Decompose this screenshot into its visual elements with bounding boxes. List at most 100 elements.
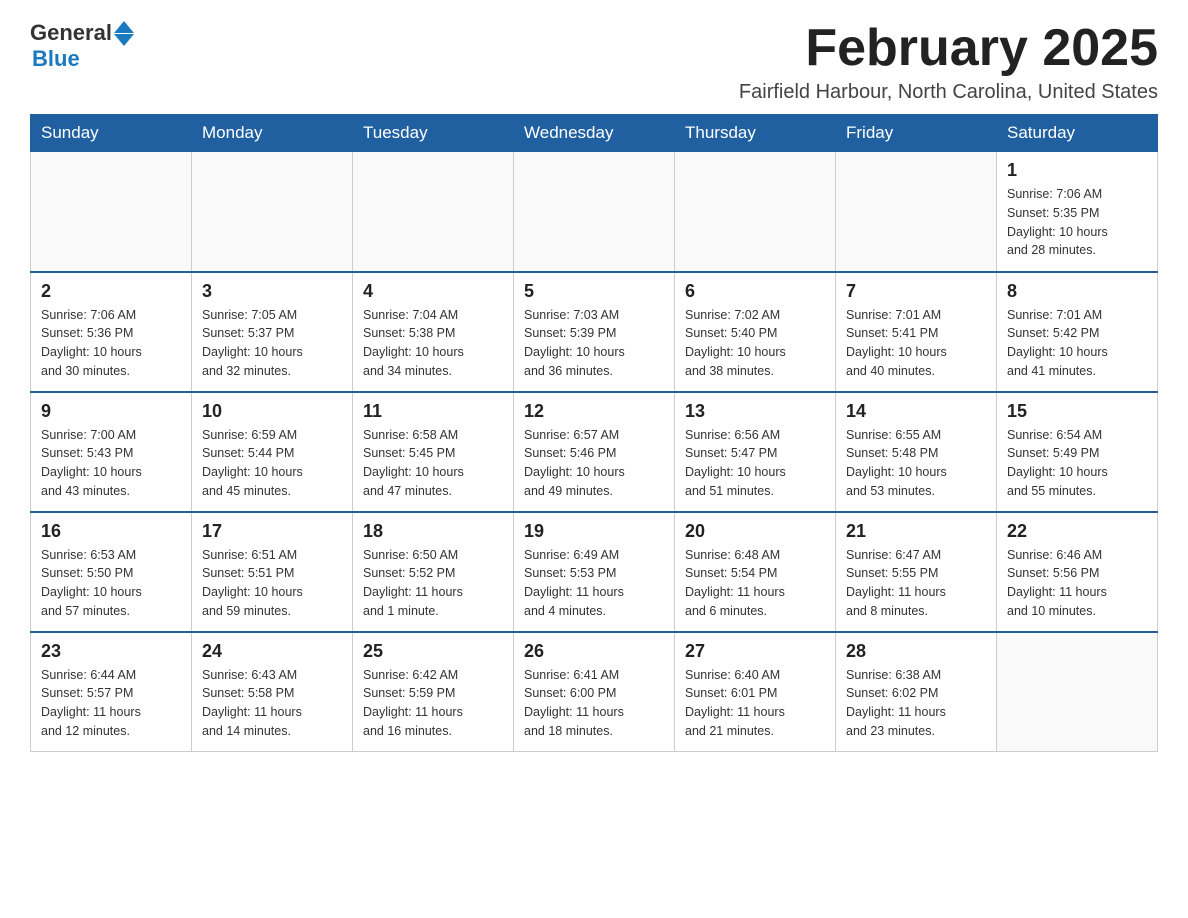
calendar-cell: 26 Sunrise: 6:41 AM Sunset: 6:00 PM Dayli… [514,632,675,752]
day-number: 28 [846,641,986,662]
calendar-cell: 4 Sunrise: 7:04 AM Sunset: 5:38 PM Daylig… [353,272,514,392]
calendar-cell: 8 Sunrise: 7:01 AM Sunset: 5:42 PM Daylig… [997,272,1158,392]
day-number: 21 [846,521,986,542]
day-number: 25 [363,641,503,662]
day-info: Sunrise: 6:59 AM Sunset: 5:44 PM Dayligh… [202,426,342,501]
day-info: Sunrise: 6:40 AM Sunset: 6:01 PM Dayligh… [685,666,825,741]
title-section: February 2025 Fairfield Harbour, North C… [739,20,1158,104]
calendar-cell: 19Sunrise: 6:49 AM Sunset: 5:53 PM Dayli… [514,512,675,632]
calendar-cell [675,152,836,272]
calendar-cell: 11Sunrise: 6:58 AM Sunset: 5:45 PM Dayli… [353,392,514,512]
day-number: 22 [1007,521,1147,542]
day-info: Sunrise: 7:05 AM Sunset: 5:37 PM Dayligh… [202,306,342,381]
day-number: 14 [846,401,986,422]
location-title: Fairfield Harbour, North Carolina, Unite… [739,81,1158,104]
calendar-cell [997,632,1158,752]
day-info: Sunrise: 6:53 AM Sunset: 5:50 PM Dayligh… [41,546,181,621]
calendar-cell: 1 Sunrise: 7:06 AM Sunset: 5:35 PM Daylig… [997,152,1158,272]
day-info: Sunrise: 7:01 AM Sunset: 5:41 PM Dayligh… [846,306,986,381]
calendar-header-row: SundayMondayTuesdayWednesdayThursdayFrid… [31,115,1158,152]
calendar-cell: 9 Sunrise: 7:00 AM Sunset: 5:43 PM Daylig… [31,392,192,512]
day-of-week-wednesday: Wednesday [514,115,675,152]
day-of-week-tuesday: Tuesday [353,115,514,152]
day-info: Sunrise: 7:00 AM Sunset: 5:43 PM Dayligh… [41,426,181,501]
day-number: 23 [41,641,181,662]
day-info: Sunrise: 6:55 AM Sunset: 5:48 PM Dayligh… [846,426,986,501]
day-info: Sunrise: 6:42 AM Sunset: 5:59 PM Dayligh… [363,666,503,741]
day-number: 16 [41,521,181,542]
day-number: 15 [1007,401,1147,422]
calendar-cell [31,152,192,272]
day-number: 20 [685,521,825,542]
day-number: 1 [1007,160,1147,181]
calendar-cell: 12 Sunrise: 6:57 AM Sunset: 5:46 PM Dayli… [514,392,675,512]
day-number: 3 [202,281,342,302]
calendar-cell [353,152,514,272]
day-info: Sunrise: 6:47 AM Sunset: 5:55 PM Dayligh… [846,546,986,621]
logo-content: General Blue [30,20,134,72]
day-info: Sunrise: 6:57 AM Sunset: 5:46 PM Dayligh… [524,426,664,501]
calendar-cell: 13Sunrise: 6:56 AM Sunset: 5:47 PM Dayli… [675,392,836,512]
calendar-cell: 23 Sunrise: 6:44 AM Sunset: 5:57 PM Dayli… [31,632,192,752]
calendar-cell: 6Sunrise: 7:02 AM Sunset: 5:40 PM Daylig… [675,272,836,392]
day-of-week-thursday: Thursday [675,115,836,152]
logo-general: General [30,20,112,46]
calendar-cell: 15 Sunrise: 6:54 AM Sunset: 5:49 PM Dayli… [997,392,1158,512]
day-number: 26 [524,641,664,662]
day-info: Sunrise: 6:50 AM Sunset: 5:52 PM Dayligh… [363,546,503,621]
day-info: Sunrise: 7:06 AM Sunset: 5:35 PM Dayligh… [1007,185,1147,260]
day-number: 2 [41,281,181,302]
day-of-week-friday: Friday [836,115,997,152]
day-info: Sunrise: 6:44 AM Sunset: 5:57 PM Dayligh… [41,666,181,741]
day-info: Sunrise: 6:41 AM Sunset: 6:00 PM Dayligh… [524,666,664,741]
calendar-cell: 20 Sunrise: 6:48 AM Sunset: 5:54 PM Dayli… [675,512,836,632]
day-number: 5 [524,281,664,302]
day-info: Sunrise: 7:06 AM Sunset: 5:36 PM Dayligh… [41,306,181,381]
day-info: Sunrise: 7:01 AM Sunset: 5:42 PM Dayligh… [1007,306,1147,381]
month-title: February 2025 [739,20,1158,77]
day-of-week-sunday: Sunday [31,115,192,152]
day-number: 9 [41,401,181,422]
calendar-week-3: 9 Sunrise: 7:00 AM Sunset: 5:43 PM Daylig… [31,392,1158,512]
calendar-cell: 2 Sunrise: 7:06 AM Sunset: 5:36 PM Daylig… [31,272,192,392]
day-number: 10 [202,401,342,422]
page-header: General Blue February 2025 Fairfield Har… [30,20,1158,104]
day-info: Sunrise: 7:04 AM Sunset: 5:38 PM Dayligh… [363,306,503,381]
day-number: 27 [685,641,825,662]
day-number: 4 [363,281,503,302]
calendar-cell [514,152,675,272]
day-info: Sunrise: 6:38 AM Sunset: 6:02 PM Dayligh… [846,666,986,741]
calendar-cell: 25 Sunrise: 6:42 AM Sunset: 5:59 PM Dayli… [353,632,514,752]
day-number: 12 [524,401,664,422]
logo: General Blue [30,20,134,72]
calendar-cell [836,152,997,272]
day-info: Sunrise: 6:56 AM Sunset: 5:47 PM Dayligh… [685,426,825,501]
day-number: 7 [846,281,986,302]
calendar-cell: 18 Sunrise: 6:50 AM Sunset: 5:52 PM Dayli… [353,512,514,632]
calendar-cell: 16 Sunrise: 6:53 AM Sunset: 5:50 PM Dayli… [31,512,192,632]
calendar-cell: 24Sunrise: 6:43 AM Sunset: 5:58 PM Dayli… [192,632,353,752]
day-info: Sunrise: 6:46 AM Sunset: 5:56 PM Dayligh… [1007,546,1147,621]
calendar-cell: 10 Sunrise: 6:59 AM Sunset: 5:44 PM Dayli… [192,392,353,512]
day-number: 24 [202,641,342,662]
day-number: 17 [202,521,342,542]
day-info: Sunrise: 7:03 AM Sunset: 5:39 PM Dayligh… [524,306,664,381]
day-info: Sunrise: 6:54 AM Sunset: 5:49 PM Dayligh… [1007,426,1147,501]
day-number: 11 [363,401,503,422]
day-number: 19 [524,521,664,542]
calendar-cell: 28 Sunrise: 6:38 AM Sunset: 6:02 PM Dayli… [836,632,997,752]
day-info: Sunrise: 7:02 AM Sunset: 5:40 PM Dayligh… [685,306,825,381]
calendar-cell: 21 Sunrise: 6:47 AM Sunset: 5:55 PM Dayli… [836,512,997,632]
day-info: Sunrise: 6:48 AM Sunset: 5:54 PM Dayligh… [685,546,825,621]
day-number: 8 [1007,281,1147,302]
calendar-week-4: 16 Sunrise: 6:53 AM Sunset: 5:50 PM Dayli… [31,512,1158,632]
day-number: 18 [363,521,503,542]
calendar-cell: 22 Sunrise: 6:46 AM Sunset: 5:56 PM Dayli… [997,512,1158,632]
calendar-week-2: 2 Sunrise: 7:06 AM Sunset: 5:36 PM Daylig… [31,272,1158,392]
calendar-week-5: 23 Sunrise: 6:44 AM Sunset: 5:57 PM Dayli… [31,632,1158,752]
logo-blue: Blue [32,46,80,72]
day-of-week-monday: Monday [192,115,353,152]
calendar-cell: 5 Sunrise: 7:03 AM Sunset: 5:39 PM Daylig… [514,272,675,392]
calendar-week-1: 1 Sunrise: 7:06 AM Sunset: 5:35 PM Daylig… [31,152,1158,272]
calendar-cell: 3 Sunrise: 7:05 AM Sunset: 5:37 PM Daylig… [192,272,353,392]
